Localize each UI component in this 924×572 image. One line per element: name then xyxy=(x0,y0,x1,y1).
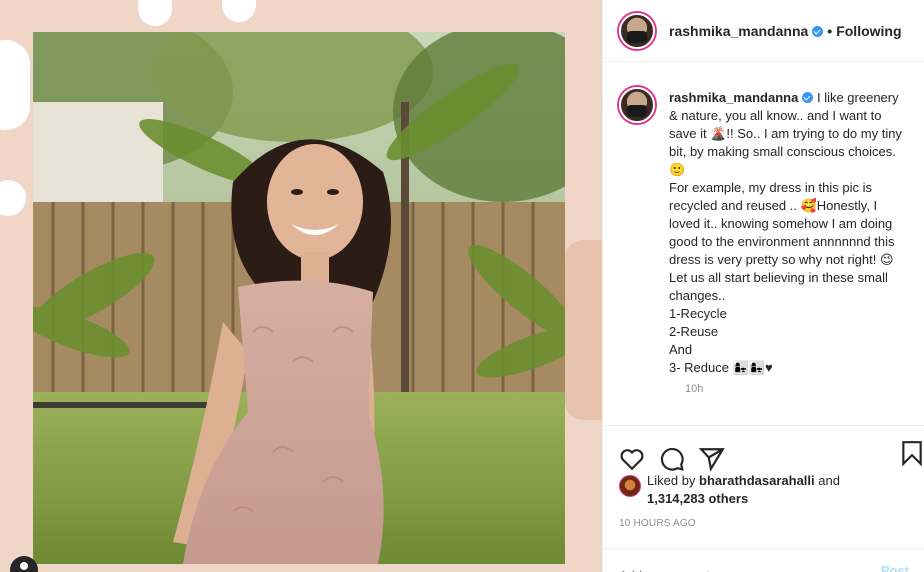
decorative-shape xyxy=(565,240,602,420)
comment-input[interactable] xyxy=(619,563,839,572)
verified-badge-icon xyxy=(802,92,814,103)
heart-icon[interactable] xyxy=(619,446,645,472)
likes-text: Liked by bharathdasarahalli and 1,314,28… xyxy=(647,472,840,508)
likes-connector: and xyxy=(818,473,840,488)
action-bar xyxy=(603,425,924,479)
share-icon[interactable] xyxy=(698,446,725,472)
liker-username[interactable]: bharathdasarahalli xyxy=(699,473,815,488)
liker-avatar[interactable] xyxy=(619,475,641,497)
likes-summary: Liked by bharathdasarahalli and 1,314,28… xyxy=(619,472,919,508)
post-timestamp[interactable]: 10 HOURS AGO xyxy=(619,518,696,529)
likes-count[interactable]: 1,314,283 others xyxy=(647,491,748,506)
header-username[interactable]: rashmika_mandanna xyxy=(669,23,808,39)
comments-section[interactable]: rashmika_mandanna I like greenery & natu… xyxy=(603,63,924,425)
following-button[interactable]: Following xyxy=(836,23,901,39)
post-sidebar: rashmika_mandanna • Following rashmika_m… xyxy=(602,0,924,572)
separator-dot: • xyxy=(827,22,833,39)
post-photo[interactable] xyxy=(33,32,565,564)
photo-illustration xyxy=(33,32,565,564)
caption-avatar[interactable] xyxy=(619,87,655,123)
decorative-shape xyxy=(0,40,30,130)
post-button[interactable]: Post xyxy=(881,563,909,572)
decorative-shape xyxy=(138,0,172,26)
caption-time[interactable]: 10h xyxy=(685,383,909,395)
media-pane xyxy=(0,0,602,572)
comment-icon[interactable] xyxy=(659,446,685,472)
caption-username[interactable]: rashmika_mandanna xyxy=(669,90,798,105)
decorative-shape xyxy=(222,0,256,22)
post-header: rashmika_mandanna • Following xyxy=(603,0,924,62)
caption-row: rashmika_mandanna I like greenery & natu… xyxy=(619,87,909,377)
verified-badge-icon xyxy=(812,26,824,37)
caption-body: I like greenery & nature, you all know..… xyxy=(669,90,902,375)
likes-prefix: Liked by xyxy=(647,473,696,488)
bookmark-icon[interactable] xyxy=(899,440,924,467)
add-comment-bar: Post xyxy=(603,548,924,572)
decorative-shape xyxy=(0,180,26,216)
caption: rashmika_mandanna I like greenery & natu… xyxy=(669,89,909,377)
avatar[interactable] xyxy=(619,12,655,49)
